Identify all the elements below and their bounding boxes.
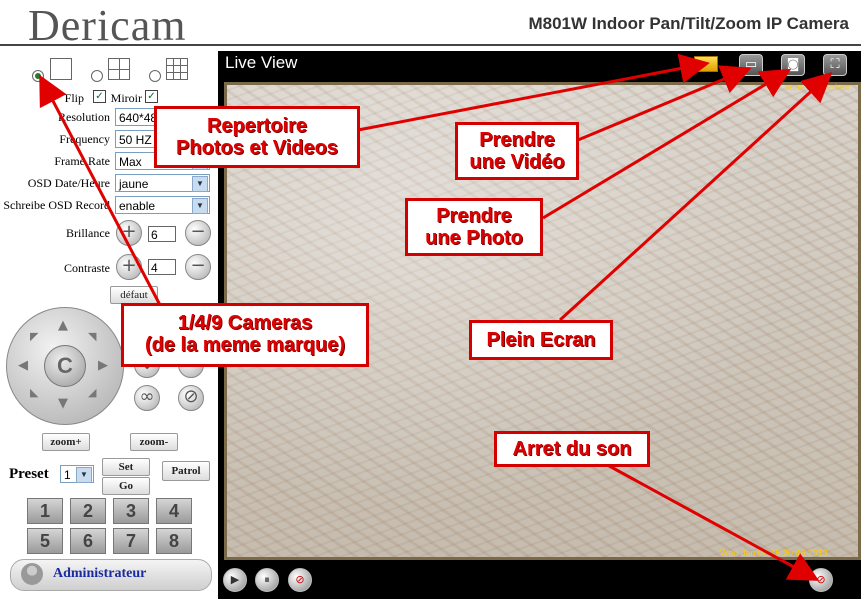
preset-3-button[interactable]: 3 bbox=[113, 498, 149, 524]
preset-5-button[interactable]: 5 bbox=[27, 528, 63, 554]
pause-button[interactable]: ⏸ bbox=[255, 568, 279, 592]
preset-select[interactable]: 1 ▼ bbox=[60, 465, 94, 483]
layout-9-icon[interactable] bbox=[166, 58, 188, 80]
osd-date-label: OSD Date/Heure bbox=[27, 176, 110, 190]
preset-2-button[interactable]: 2 bbox=[70, 498, 106, 524]
brillance-value: 6 bbox=[148, 226, 176, 242]
header-divider bbox=[0, 44, 861, 46]
layout-1-radio[interactable] bbox=[32, 70, 44, 82]
osd-date-value: jaune bbox=[119, 177, 149, 191]
arrow-down-right-icon[interactable]: ◢ bbox=[88, 386, 96, 399]
arrow-down-icon[interactable]: ▼ bbox=[58, 396, 68, 411]
timestamp-overlay: Wed Jan 02 15:20:46 2013 bbox=[720, 548, 828, 558]
preset-4-button[interactable]: 4 bbox=[156, 498, 192, 524]
chevron-down-icon: ▼ bbox=[192, 176, 208, 192]
contraste-plus-button[interactable]: + bbox=[116, 254, 142, 280]
annotation-repertoire-line2: Photos et Videos bbox=[176, 137, 338, 159]
frequency-label: Frequency bbox=[59, 132, 110, 146]
annotation-arret-son: Arret du son bbox=[494, 431, 650, 467]
flip-checkbox[interactable]: ✓ bbox=[93, 90, 106, 103]
joystick-center-button[interactable]: C bbox=[44, 345, 86, 387]
arrow-down-left-icon[interactable]: ◣ bbox=[30, 386, 38, 399]
annotation-repertoire-line1: Repertoire bbox=[206, 115, 308, 137]
osd-date-select[interactable]: jaune ▼ bbox=[115, 174, 210, 192]
admin-bar[interactable]: Administrateur bbox=[10, 559, 212, 591]
annotation-cameras-line2: (de la meme marque) bbox=[144, 334, 346, 356]
flip-label: Flip bbox=[64, 91, 84, 105]
camera-model-title: M801W Indoor Pan/Tilt/Zoom IP Camera bbox=[528, 14, 849, 33]
record-video-icon[interactable]: ▭ bbox=[739, 54, 763, 76]
layout-9-radio[interactable] bbox=[149, 70, 161, 82]
mute-microphone-icon[interactable]: ⊘ bbox=[288, 568, 312, 592]
zoom-in-button[interactable]: zoom+ bbox=[42, 433, 90, 451]
annotation-photo: Prendre une Photo bbox=[405, 198, 543, 256]
mute-sound-icon[interactable]: ⊘ bbox=[809, 568, 833, 592]
contraste-value: 4 bbox=[148, 259, 176, 275]
play-button[interactable]: ▶ bbox=[223, 568, 247, 592]
preset-6-button[interactable]: 6 bbox=[70, 528, 106, 554]
zoom-out-button[interactable]: zoom- bbox=[130, 433, 178, 451]
snapshot-icon[interactable]: ◙ bbox=[781, 54, 805, 76]
annotation-video-line2: une Vidéo bbox=[469, 151, 565, 173]
layout-4-radio[interactable] bbox=[91, 70, 103, 82]
chevron-down-icon: ▼ bbox=[76, 467, 92, 483]
folder-icon[interactable] bbox=[694, 56, 718, 72]
preset-1-button[interactable]: 1 bbox=[27, 498, 63, 524]
layout-4-icon[interactable] bbox=[108, 58, 130, 80]
annotation-cameras: 1/4/9 Cameras (de la meme marque) bbox=[121, 303, 369, 367]
annotation-plein-ecran: Plein Ecran bbox=[469, 320, 613, 360]
live-view-title: Live View bbox=[225, 53, 298, 72]
arrow-up-left-icon[interactable]: ◤ bbox=[30, 330, 38, 343]
resolution-label: Resolution bbox=[57, 110, 110, 124]
arrow-left-icon[interactable]: ◀ bbox=[18, 358, 28, 373]
preset-8-button[interactable]: 8 bbox=[156, 528, 192, 554]
osd-record-label: Schreibe OSD Record bbox=[3, 198, 110, 212]
annotation-video: Prendre une Vidéo bbox=[455, 122, 579, 180]
admin-label: Administrateur bbox=[53, 566, 147, 581]
frame-rate-value: Max bbox=[119, 155, 142, 169]
arrow-up-icon[interactable]: ▲ bbox=[58, 318, 68, 333]
frame-rate-label: Frame Rate bbox=[54, 154, 110, 168]
preset-label: Preset bbox=[9, 466, 49, 482]
preset-7-button[interactable]: 7 bbox=[113, 528, 149, 554]
brillance-label: Brillance bbox=[66, 226, 110, 240]
contraste-label: Contraste bbox=[64, 261, 110, 275]
frequency-value: 50 HZ bbox=[119, 133, 152, 147]
user-icon bbox=[21, 563, 43, 585]
mirror-label: Miroir bbox=[110, 91, 142, 105]
arrow-up-right-icon[interactable]: ◥ bbox=[88, 330, 96, 343]
infrared-on-button[interactable]: ∞ bbox=[134, 385, 160, 411]
preset-set-button[interactable]: Set bbox=[102, 458, 150, 476]
annotation-video-line1: Prendre bbox=[479, 129, 555, 151]
osd-record-select[interactable]: enable ▼ bbox=[115, 196, 210, 214]
annotation-photo-line1: Prendre bbox=[436, 205, 512, 227]
brillance-plus-button[interactable]: + bbox=[116, 220, 142, 246]
annotation-repertoire: Repertoire Photos et Videos bbox=[154, 106, 360, 168]
mirror-checkbox[interactable]: ✓ bbox=[145, 90, 158, 103]
preset-value: 1 bbox=[64, 468, 71, 482]
preset-go-button[interactable]: Go bbox=[102, 477, 150, 495]
osd-record-value: enable bbox=[119, 199, 156, 213]
patrol-button[interactable]: Patrol bbox=[162, 461, 210, 481]
arrow-right-icon[interactable]: ▶ bbox=[98, 358, 108, 373]
infrared-off-button[interactable]: ⊘ bbox=[178, 385, 204, 411]
brillance-minus-button[interactable]: − bbox=[185, 220, 211, 246]
annotation-cameras-line1: 1/4/9 Cameras bbox=[177, 312, 313, 334]
annotation-photo-line2: une Photo bbox=[425, 227, 523, 249]
fullscreen-icon[interactable]: ⛶ bbox=[823, 54, 847, 76]
contraste-minus-button[interactable]: − bbox=[185, 254, 211, 280]
chevron-down-icon: ▼ bbox=[192, 198, 208, 214]
layout-1-icon[interactable] bbox=[50, 58, 72, 80]
default-button[interactable]: défaut bbox=[110, 286, 158, 304]
camera-name-overlay: camera interieur bbox=[785, 82, 851, 92]
